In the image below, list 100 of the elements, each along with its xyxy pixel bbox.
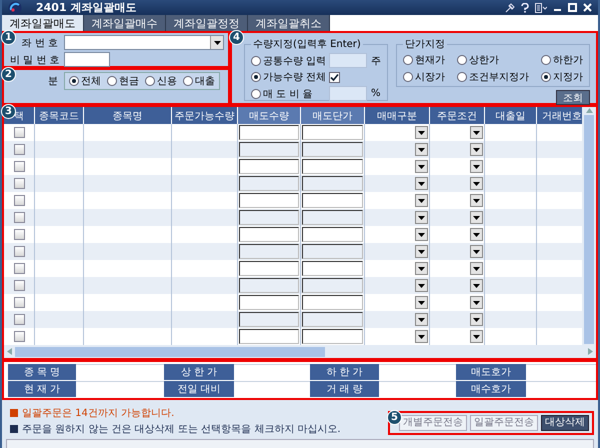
cell-input[interactable] [302, 244, 363, 259]
radio-button[interactable] [251, 56, 261, 66]
radio-label[interactable]: 대출 [195, 74, 215, 88]
row-checkbox[interactable] [14, 161, 24, 172]
cell-input[interactable] [239, 244, 299, 259]
action-button[interactable]: 대상삭제 [541, 415, 589, 431]
radio-button[interactable] [251, 88, 261, 98]
row-checkbox[interactable] [14, 212, 24, 223]
tab[interactable]: 계좌일괄매수 [84, 15, 166, 31]
radio-label[interactable]: 전체 [81, 74, 101, 88]
cell-input[interactable] [239, 261, 299, 276]
tab[interactable]: 계좌일괄매도 [2, 15, 84, 31]
cell-input[interactable] [302, 142, 363, 157]
input-field[interactable] [329, 86, 367, 101]
row-checkbox[interactable] [14, 195, 24, 206]
cell-input[interactable] [239, 312, 299, 327]
group-title: 단가지정 [404, 38, 446, 51]
menu-icon[interactable] [535, 2, 547, 12]
cell-input[interactable] [239, 159, 299, 174]
radio-label[interactable]: 조건부지정가 [469, 70, 529, 84]
cell-input[interactable] [239, 295, 299, 310]
cell-input[interactable] [302, 295, 363, 310]
tab[interactable]: 계좌일괄정정 [166, 15, 248, 31]
cell-input[interactable] [302, 278, 363, 293]
tab[interactable]: 계좌일괄취소 [248, 15, 330, 31]
row-checkbox[interactable] [14, 127, 24, 138]
query-button[interactable]: 조회 [556, 90, 590, 105]
cell-input[interactable] [239, 193, 299, 208]
cell-input[interactable] [302, 210, 363, 225]
radio-label[interactable]: 현재가 [415, 53, 445, 67]
row-checkbox[interactable] [14, 263, 24, 274]
radio-label[interactable]: 현금 [119, 74, 139, 88]
info-label: 매수호가 [456, 381, 526, 397]
horizontal-scrollbar[interactable] [4, 345, 596, 358]
column-header: 종목명 [84, 107, 172, 124]
row-checkbox[interactable] [14, 144, 24, 155]
radio-button[interactable] [457, 55, 467, 65]
cell-input[interactable] [302, 193, 363, 208]
radio-button[interactable] [541, 72, 551, 82]
cell-input[interactable] [302, 125, 363, 140]
cell-input[interactable] [239, 227, 299, 242]
row-checkbox[interactable] [14, 246, 24, 257]
input-field[interactable] [329, 53, 367, 68]
cell-input[interactable] [239, 125, 299, 140]
radio-label[interactable]: 시장가 [415, 70, 445, 84]
password-field[interactable] [64, 52, 110, 67]
cell-input[interactable] [302, 176, 363, 191]
row-checkbox[interactable] [14, 297, 24, 308]
radio-label[interactable]: 하한가 [553, 53, 583, 67]
caret-icon [418, 232, 425, 236]
radio-button[interactable] [403, 55, 413, 65]
caret-icon [418, 318, 425, 322]
row-checkbox[interactable] [14, 280, 24, 291]
radio-label[interactable]: 상한가 [469, 53, 499, 67]
radio-button[interactable] [183, 76, 193, 86]
cell-input[interactable] [239, 142, 299, 157]
radio-label[interactable]: 신용 [157, 74, 177, 88]
radio-label[interactable]: 공통수량 입력 [263, 54, 326, 68]
scroll-left-arrow-icon[interactable] [6, 348, 13, 355]
row-checkbox[interactable] [14, 314, 24, 325]
vertical-scrollbar[interactable] [582, 107, 596, 345]
caret-icon [473, 148, 480, 152]
radio-label[interactable]: 지정가 [553, 70, 583, 84]
step-badge: 4 [229, 30, 244, 45]
radio-button[interactable] [107, 76, 117, 86]
radio-button[interactable] [145, 76, 155, 86]
caret-icon [418, 182, 425, 186]
checkbox[interactable] [329, 72, 340, 82]
field-label: 분 [47, 74, 58, 88]
account-dropdown[interactable] [64, 35, 224, 50]
radio-button[interactable] [69, 76, 79, 86]
radio-button[interactable] [457, 72, 467, 82]
radio-label[interactable]: 매 도 비 율 [263, 86, 313, 100]
row-checkbox[interactable] [14, 178, 24, 189]
note-text: 주문을 원하지 않는 건은 대상삭제 또는 선택항목을 체크하지 마십시오. [22, 423, 341, 436]
cell-input[interactable] [302, 159, 363, 174]
radio-button[interactable] [251, 72, 261, 82]
cell-input[interactable] [239, 176, 299, 191]
cell-input[interactable] [302, 227, 363, 242]
pin-icon[interactable] [505, 2, 515, 12]
cell-input[interactable] [302, 261, 363, 276]
close-icon[interactable] [583, 3, 592, 12]
help-icon[interactable] [521, 2, 529, 12]
caret-icon [473, 284, 480, 288]
row-checkbox[interactable] [14, 229, 24, 240]
cell-input[interactable] [302, 329, 363, 344]
cell-input[interactable] [239, 278, 299, 293]
scroll-up-arrow-icon[interactable] [586, 107, 592, 114]
cell-input[interactable] [302, 312, 363, 327]
radio-button[interactable] [541, 55, 551, 65]
step-badge: 5 [387, 410, 402, 425]
cell-input[interactable] [239, 210, 299, 225]
maximize-icon[interactable] [568, 3, 577, 12]
scroll-right-arrow-icon[interactable] [587, 348, 594, 355]
radio-button[interactable] [403, 72, 413, 82]
row-checkbox[interactable] [14, 331, 24, 342]
info-label: 현 재 가 [8, 381, 76, 397]
radio-label[interactable]: 가능수량 전체 [263, 70, 326, 84]
unit-label: 주 [371, 54, 381, 68]
cell-input[interactable] [239, 329, 299, 344]
